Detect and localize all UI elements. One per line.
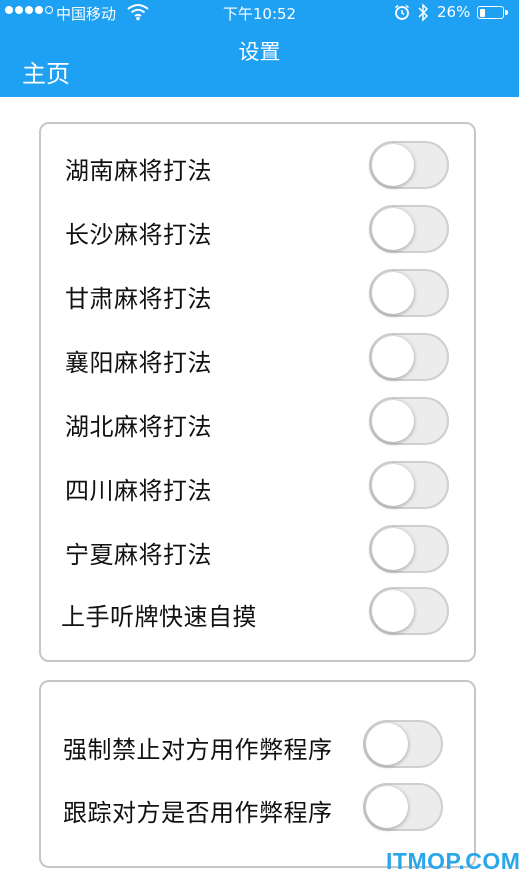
bluetooth-icon xyxy=(418,3,429,22)
setting-label: 湖北麻将打法 xyxy=(65,413,212,441)
setting-label: 襄阳麻将打法 xyxy=(65,349,212,377)
battery-percent: 26% xyxy=(437,3,471,21)
setting-label: 宁夏麻将打法 xyxy=(65,541,212,569)
toggle-switch[interactable] xyxy=(369,525,449,573)
toggle-knob xyxy=(372,144,414,186)
setting-row: 甘肃麻将打法 xyxy=(41,269,474,317)
back-button[interactable]: 主页 xyxy=(22,54,70,89)
toggle-switch[interactable] xyxy=(369,397,449,445)
setting-row: 湖南麻将打法 xyxy=(41,141,474,189)
setting-row: 跟踪对方是否用作弊程序 xyxy=(41,783,474,831)
setting-row: 上手听牌快速自摸 xyxy=(41,587,474,635)
status-bar: 中国移动 下午10:52 26% xyxy=(0,0,519,26)
toggle-switch[interactable] xyxy=(363,783,443,831)
toggle-switch[interactable] xyxy=(363,720,443,768)
setting-label: 强制禁止对方用作弊程序 xyxy=(63,736,333,764)
battery-icon xyxy=(477,6,508,19)
setting-row: 长沙麻将打法 xyxy=(41,205,474,253)
toggle-knob xyxy=(372,272,414,314)
navigation-header: 中国移动 下午10:52 26% 设置 主页 xyxy=(0,0,519,97)
toggle-knob xyxy=(366,723,408,765)
toggle-switch[interactable] xyxy=(369,461,449,509)
toggle-knob xyxy=(372,208,414,250)
setting-label: 湖南麻将打法 xyxy=(65,157,212,185)
battery-nub xyxy=(505,10,508,15)
toggle-knob xyxy=(366,786,408,828)
setting-row: 湖北麻将打法 xyxy=(41,397,474,445)
toggle-switch[interactable] xyxy=(369,141,449,189)
toggle-switch[interactable] xyxy=(369,333,449,381)
alarm-clock-icon xyxy=(395,4,409,20)
setting-label: 长沙麻将打法 xyxy=(65,221,212,249)
toggle-knob xyxy=(372,336,414,378)
toggle-switch[interactable] xyxy=(369,205,449,253)
setting-label: 甘肃麻将打法 xyxy=(65,285,212,313)
setting-row: 襄阳麻将打法 xyxy=(41,333,474,381)
watermark-text: ITMOP.COM xyxy=(386,848,519,874)
toggle-knob xyxy=(372,590,414,632)
toggle-knob xyxy=(372,464,414,506)
setting-label: 上手听牌快速自摸 xyxy=(61,603,257,631)
setting-row: 宁夏麻将打法 xyxy=(41,525,474,573)
battery-fill xyxy=(479,8,485,17)
settings-group-game-rules: 湖南麻将打法 长沙麻将打法 甘肃麻将打法 襄阳麻将打法 湖北麻将打法 四川麻将打… xyxy=(39,122,476,662)
toggle-knob xyxy=(372,400,414,442)
setting-label: 四川麻将打法 xyxy=(65,477,212,505)
setting-label: 跟踪对方是否用作弊程序 xyxy=(63,799,333,827)
setting-row: 四川麻将打法 xyxy=(41,461,474,509)
setting-row: 强制禁止对方用作弊程序 xyxy=(41,720,474,768)
toggle-switch[interactable] xyxy=(369,587,449,635)
toggle-knob xyxy=(372,528,414,570)
settings-group-anti-cheat: 强制禁止对方用作弊程序 跟踪对方是否用作弊程序 xyxy=(39,680,476,868)
toggle-switch[interactable] xyxy=(369,269,449,317)
page-title: 设置 xyxy=(238,40,281,64)
